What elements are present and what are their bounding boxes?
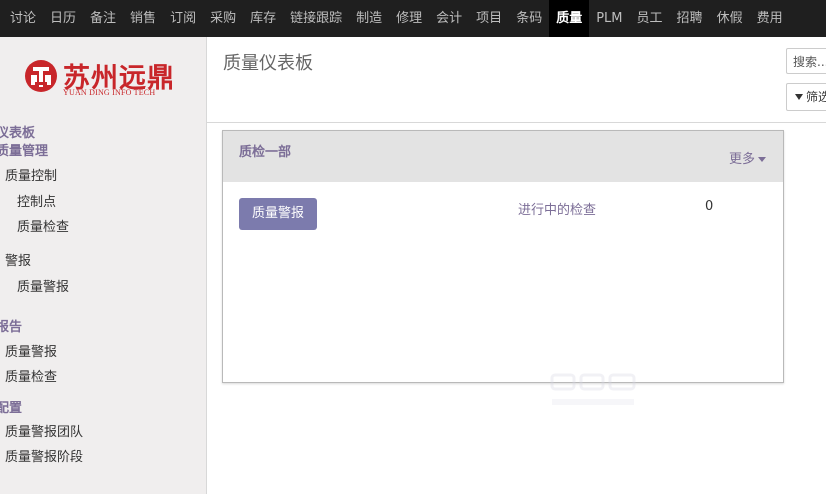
sidebar-item-alerts[interactable]: 警报 <box>5 250 31 269</box>
search-input[interactable]: 搜索... <box>786 48 826 74</box>
topnav-item[interactable]: 销售 <box>123 0 163 37</box>
topnav-item[interactable]: 采购 <box>203 0 243 37</box>
sidebar-item-alert-teams[interactable]: 质量警报团队 <box>5 421 83 440</box>
topnav-item[interactable]: 库存 <box>243 0 283 37</box>
topnav-item[interactable]: 制造 <box>349 0 389 37</box>
sidebar-item-control-points[interactable]: 控制点 <box>17 191 56 210</box>
company-logo: 苏州远鼎 YUAN DING INFO TECH <box>23 58 183 98</box>
topnav-item[interactable]: 修理 <box>389 0 429 37</box>
topnav-item[interactable]: 招聘 <box>670 0 710 37</box>
sidebar: 苏州远鼎 YUAN DING INFO TECH 仪表板 质量管理 质量控制 控… <box>0 37 207 494</box>
topnav-item[interactable]: PLM <box>589 0 629 37</box>
top-navbar: 讨论 日历 备注 销售 订阅 采购 库存 链接跟踪 制造 修理 会计 项目 条码 质量 PLM 员工 招聘 休假费… <box>0 0 826 37</box>
quality-alert-button[interactable]: 质量警报 <box>239 198 317 230</box>
topnav-item[interactable]: 会计 <box>429 0 469 37</box>
topnav-item[interactable]: 讨论 <box>3 0 43 37</box>
topnav-item[interactable]: 订阅 <box>163 0 203 37</box>
in-progress-checks-link[interactable]: 进行中的检查 <box>518 199 596 218</box>
control-panel: 质量仪表板 搜索... 筛选 <box>207 37 826 123</box>
sidebar-item-quality-control[interactable]: 质量控制 <box>5 165 57 184</box>
caret-down-icon <box>758 157 767 162</box>
sidebar-item-quality-checks[interactable]: 质量检查 <box>17 216 69 235</box>
topnav-item[interactable]: 费用 <box>750 0 790 37</box>
logo-english-name: YUAN DING INFO TECH <box>63 88 156 97</box>
sidebar-section-dashboard[interactable]: 仪表板 <box>0 122 35 141</box>
in-progress-count: 0 <box>705 199 714 214</box>
topnav-item[interactable]: 质量 <box>549 0 590 37</box>
app-menu: 讨论 日历 备注 销售 订阅 采购 库存 链接跟踪 制造 修理 会计 项目 条码 质量 PLM 员工 招聘 休假费… <box>3 0 790 37</box>
filter-button[interactable]: 筛选 <box>786 83 826 111</box>
more-label: 更多 <box>729 152 756 167</box>
sidebar-item-report-quality-checks[interactable]: 质量检查 <box>5 366 57 385</box>
topnav-item[interactable]: 链接跟踪 <box>283 0 349 37</box>
page-title: 质量仪表板 <box>223 53 313 74</box>
filter-label: 筛选 <box>806 90 826 104</box>
sidebar-section-reports[interactable]: 报告 <box>0 316 22 335</box>
topnav-item[interactable]: 员工 <box>630 0 670 37</box>
topnav-item[interactable]: 备注 <box>83 0 123 37</box>
team-card-header: 质检一部 更多 <box>223 131 783 182</box>
more-dropdown[interactable]: 更多 <box>729 148 767 167</box>
sidebar-section-quality-management[interactable]: 质量管理 <box>0 140 48 159</box>
sidebar-item-alert-stages[interactable]: 质量警报阶段 <box>5 446 83 465</box>
sidebar-item-quality-alerts[interactable]: 质量警报 <box>17 276 69 295</box>
topnav-item[interactable]: 项目 <box>469 0 509 37</box>
topnav-item[interactable]: 休假 <box>710 0 750 37</box>
team-card-title[interactable]: 质检一部 <box>239 141 291 160</box>
logo-mark-icon <box>25 60 57 92</box>
sidebar-section-configuration[interactable]: 配置 <box>0 397 22 416</box>
topnav-item[interactable]: 条码 <box>509 0 549 37</box>
sidebar-item-report-quality-alerts[interactable]: 质量警报 <box>5 341 57 360</box>
team-card: 质检一部 更多 质量警报 进行中的检查 0 <box>222 130 784 383</box>
watermark-logo-icon <box>550 373 636 405</box>
topnav-item[interactable]: 日历 <box>43 0 83 37</box>
filter-icon <box>795 93 803 100</box>
